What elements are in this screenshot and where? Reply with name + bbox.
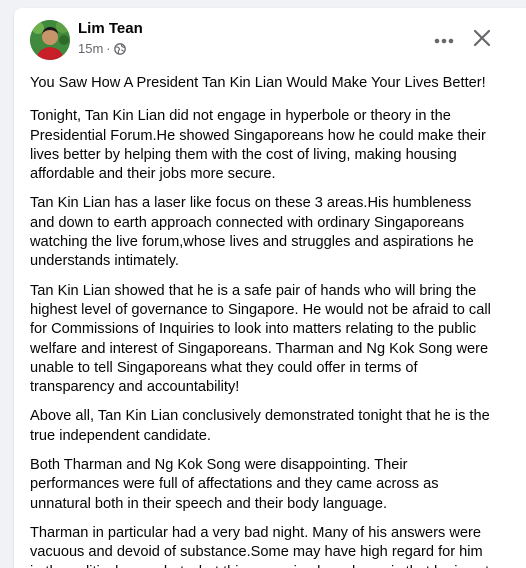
post-paragraph: Tonight, Tan Kin Lian did not engage in … — [30, 108, 486, 183]
author-avatar[interactable] — [30, 20, 70, 60]
post-paragraph: Above all, Tan Kin Lian conclusively dem… — [30, 408, 490, 444]
more-options-button[interactable] — [426, 22, 462, 58]
more-horizontal-icon — [434, 31, 454, 49]
post-paragraph: Both Tharman and Ng Kok Song were disapp… — [30, 457, 439, 512]
post-meta: 15m · — [78, 41, 126, 56]
post-paragraph: Tan Kin Lian showed that he is a safe pa… — [30, 282, 491, 396]
meta-separator: · — [106, 41, 111, 56]
post-card: Lim Tean 15m · You Saw How A President T… — [14, 8, 526, 568]
post-paragraph: Tan Kin Lian has a laser like focus on t… — [30, 195, 474, 270]
author-name[interactable]: Lim Tean — [78, 20, 143, 37]
post-paragraph: Tharman in particular had a very bad nig… — [30, 524, 489, 568]
close-icon — [473, 29, 491, 52]
globe-icon[interactable] — [113, 42, 126, 55]
post-header: Lim Tean 15m · — [14, 8, 526, 70]
post-body: You Saw How A President Tan Kin Lian Wou… — [14, 70, 526, 568]
post-timestamp[interactable]: 15m — [78, 41, 103, 56]
post-headline: You Saw How A President Tan Kin Lian Wou… — [30, 75, 486, 91]
close-post-button[interactable] — [464, 22, 500, 58]
